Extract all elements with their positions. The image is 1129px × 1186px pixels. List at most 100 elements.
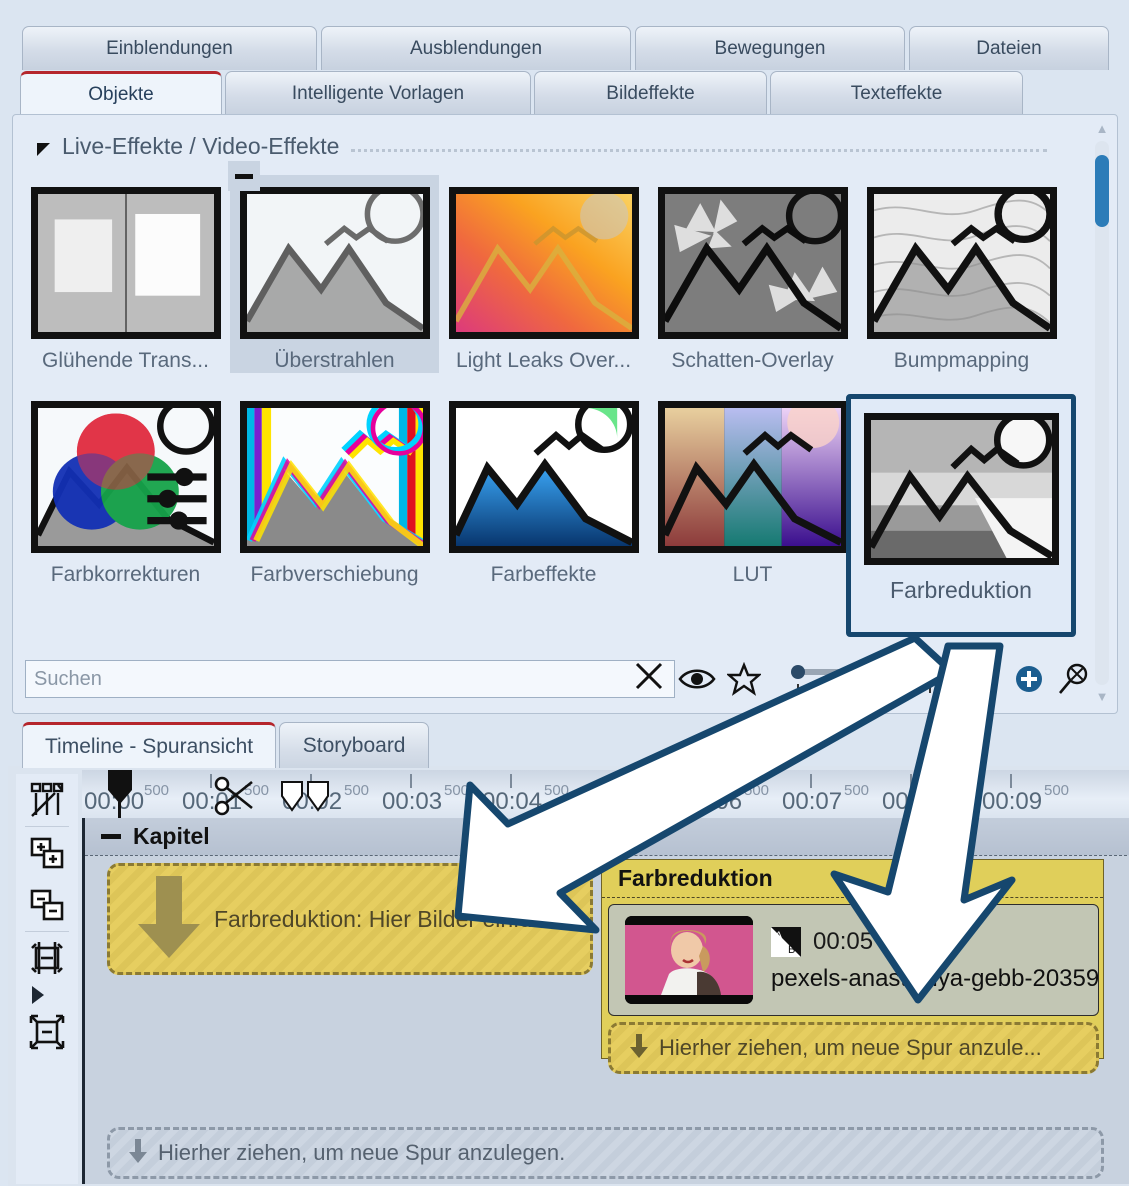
fit-track-icon[interactable]	[21, 1006, 73, 1058]
effect-item-light-leaks-overlay[interactable]: Light Leaks Over...	[439, 175, 648, 373]
ruler-sublabel: 500	[1044, 782, 1070, 799]
minus-icon[interactable]	[101, 834, 121, 839]
clip-metadata: AB 00:05 pexels-anastasiya-gebb-20359	[771, 927, 1098, 993]
ruler-label: 00:08	[882, 788, 943, 815]
down-arrow-icon	[130, 872, 208, 967]
search-input[interactable]: Suchen	[25, 660, 675, 698]
tab-dateien[interactable]: Dateien	[909, 26, 1109, 70]
scrollbar-thumb[interactable]	[1095, 155, 1109, 227]
chevron-up-icon[interactable]: ▲	[1096, 119, 1109, 139]
collapse-minus-icon[interactable]	[228, 161, 260, 191]
size-slider[interactable]	[778, 660, 1008, 698]
placeholder-clip-label: Farbreduktion: Hier Bilder einfü...	[214, 905, 552, 932]
timeline-panel: Timeline - Spuransicht Storyboard 00:00 …	[8, 700, 1129, 1186]
ruler-sublabel: 500	[844, 782, 870, 799]
media-clip[interactable]: AB 00:05 pexels-anastasiya-gebb-20359	[608, 904, 1099, 1016]
search-placeholder: Suchen	[34, 667, 102, 690]
close-x-icon[interactable]	[632, 659, 666, 699]
remove-object-icon[interactable]	[21, 879, 73, 931]
callout-label: Farbreduktion	[890, 577, 1032, 603]
tab-timeline-spuransicht[interactable]: Timeline - Spuransicht	[22, 722, 277, 768]
effect-item-farbkorrekturen[interactable]: Farbkorrekturen	[21, 389, 230, 587]
effects-scrollbar[interactable]: ▲ ▼	[1091, 119, 1113, 707]
ruler-label: 00:05	[582, 788, 643, 815]
timeline-tabs: Timeline - Spuransicht Storyboard	[22, 722, 430, 768]
search-toolbar: Suchen	[25, 659, 1097, 699]
new-track-hint-label: Hierher ziehen, um neue Spur anzule...	[659, 1035, 1042, 1060]
tab-label: Objekte	[88, 84, 154, 105]
tab-bewegungen[interactable]: Bewegungen	[635, 26, 905, 70]
effect-group-clip[interactable]: Farbreduktion A B 00:05 pexels-anastasiy…	[601, 859, 1104, 1074]
track-mode-icon[interactable]	[21, 774, 73, 826]
effect-thumbnail	[239, 401, 430, 553]
tab-intelligente-vorlagen[interactable]: Intelligente Vorlagen	[225, 71, 531, 116]
effect-label: Bumpmapping	[893, 349, 1030, 372]
ruler-label: 00:07	[782, 788, 843, 815]
dotted-rule	[351, 148, 1047, 153]
section-header[interactable]: Live-Effekte / Video-Effekte	[37, 133, 1047, 160]
clip-duration: 00:05	[813, 928, 874, 955]
playhead-marker[interactable]	[102, 770, 138, 818]
effect-item-farbeffekte[interactable]: Farbeffekte	[439, 389, 648, 587]
callout-farbreduktion[interactable]: Farbreduktion	[846, 394, 1076, 637]
tab-label: Ausblendungen	[409, 37, 543, 59]
tab-storyboard[interactable]: Storyboard	[279, 722, 430, 768]
new-track-hint-label: Hierher ziehen, um neue Spur anzulegen.	[158, 1140, 566, 1165]
placeholder-clip[interactable]: Farbreduktion: Hier Bilder einfü...	[107, 863, 593, 975]
effect-label: Überstrahlen	[274, 349, 395, 372]
plus-circle-icon[interactable]	[1008, 660, 1051, 698]
ab-transition-icon: AB	[771, 927, 801, 957]
track-height-icon[interactable]	[21, 932, 73, 984]
tab-label: Bewegungen	[714, 37, 826, 59]
new-track-dropzone-inner[interactable]: Hierher ziehen, um neue Spur anzule...	[608, 1022, 1099, 1074]
tab-einblendungen[interactable]: Einblendungen	[22, 26, 317, 70]
tab-label: Storyboard	[302, 733, 406, 757]
effects-row: Glühende Trans... Überstrahlen Light Lea…	[21, 161, 1081, 373]
effect-item-gluehende-transparenz[interactable]: Glühende Trans...	[21, 175, 230, 373]
effect-item-bumpmapping[interactable]: Bumpmapping	[857, 175, 1066, 373]
effect-item-farbverschiebung[interactable]: Farbverschiebung	[230, 389, 439, 587]
tab-bildeffekte[interactable]: Bildeffekte	[534, 71, 767, 116]
expand-caret-icon[interactable]	[32, 986, 44, 1004]
tab-label: Intelligente Vorlagen	[291, 83, 465, 104]
clip-thumbnail	[625, 916, 753, 1004]
svg-text:A: A	[775, 930, 783, 942]
media-tabs-row-1: Einblendungen Ausblendungen Bewegungen D…	[22, 26, 1109, 70]
down-arrow-icon	[128, 1138, 148, 1169]
effect-thumbnail	[30, 187, 221, 339]
effect-label: Farbverschiebung	[250, 563, 419, 586]
effect-thumbnail	[448, 401, 639, 553]
add-object-icon[interactable]	[21, 827, 73, 879]
new-track-dropzone-bottom[interactable]: Hierher ziehen, um neue Spur anzulegen.	[107, 1127, 1104, 1179]
effect-item-schatten-overlay[interactable]: Schatten-Overlay	[648, 175, 857, 373]
range-marker-icon[interactable]	[278, 780, 334, 814]
effect-item-lut[interactable]: LUT	[648, 389, 857, 587]
ruler-sublabel: 500	[544, 782, 570, 799]
eye-icon[interactable]	[675, 660, 720, 698]
chapter-row[interactable]: Kapitel	[85, 818, 1129, 856]
effect-group-title: Farbreduktion	[602, 860, 1103, 898]
star-icon[interactable]	[719, 660, 767, 698]
effect-label: Light Leaks Over...	[455, 349, 632, 372]
ruler-sublabel: 500	[144, 782, 170, 799]
tab-label: Timeline - Spuransicht	[45, 734, 254, 758]
ruler-sublabel: 500	[944, 782, 970, 799]
timeline-ruler[interactable]: 00:00500 00:01500 00:02500 00:03500 00:0…	[82, 770, 1129, 819]
magnifier-reset-icon[interactable]	[1050, 660, 1097, 698]
effect-label: Glühende Trans...	[42, 349, 209, 372]
ruler-sublabel: 500	[344, 782, 370, 799]
ruler-label: 00:09	[982, 788, 1043, 815]
ruler-sublabel: 500	[444, 782, 470, 799]
tab-label: Texteffekte	[850, 83, 943, 104]
tab-objekte[interactable]: Objekte	[20, 71, 222, 116]
tab-label: Dateien	[976, 37, 1042, 59]
collapse-triangle-icon[interactable]	[37, 143, 50, 156]
effect-item-ueberstrahlen[interactable]: Überstrahlen	[228, 161, 439, 373]
application-window: Einblendungen Ausblendungen Bewegungen D…	[0, 0, 1129, 1186]
section-title: Live-Effekte / Video-Effekte	[62, 133, 340, 159]
tab-texteffekte[interactable]: Texteffekte	[770, 71, 1023, 116]
tab-ausblendungen[interactable]: Ausblendungen	[321, 26, 631, 70]
tab-label: Bildeffekte	[606, 83, 695, 104]
scrollbar-track[interactable]	[1095, 141, 1109, 685]
scissors-icon[interactable]	[212, 776, 260, 818]
